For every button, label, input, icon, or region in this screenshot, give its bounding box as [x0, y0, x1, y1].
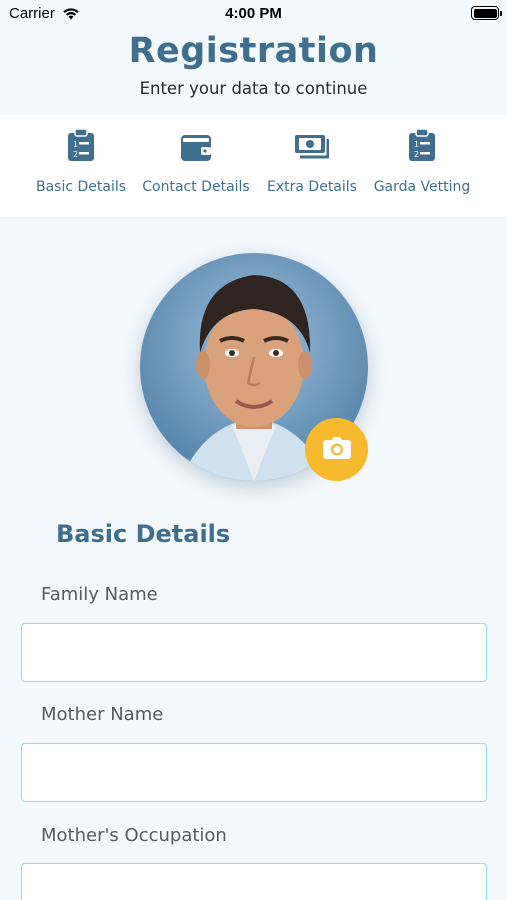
step-basic-details[interactable]: 1 2 Basic Details — [36, 128, 127, 195]
section-title: Basic Details — [56, 520, 231, 548]
clock: 4:00 PM — [225, 5, 282, 22]
family-name-label: Family Name — [41, 584, 158, 605]
mother-occupation-input[interactable] — [21, 863, 487, 900]
step-label: Basic Details — [36, 179, 127, 195]
svg-text:2: 2 — [414, 150, 419, 159]
change-photo-button[interactable] — [305, 418, 368, 481]
step-label: Contact Details — [142, 179, 250, 195]
step-contact-details[interactable]: Contact Details — [142, 129, 250, 195]
money-bill-icon — [266, 129, 358, 165]
step-garda-vetting[interactable]: 1 2 Garda Vetting — [372, 128, 472, 195]
header: Registration Enter your data to continue — [0, 28, 507, 100]
step-label: Extra Details — [267, 179, 357, 195]
svg-text:1: 1 — [73, 140, 78, 149]
page-subtitle: Enter your data to continue — [139, 79, 368, 98]
svg-text:2: 2 — [73, 150, 78, 159]
family-name-input[interactable] — [21, 623, 487, 682]
clipboard-list-icon: 1 2 — [372, 128, 472, 165]
clipboard-list-icon: 1 2 — [36, 128, 126, 165]
mother-name-input[interactable] — [21, 743, 487, 802]
battery-icon — [471, 6, 502, 20]
step-extra-details[interactable]: Extra Details — [266, 129, 358, 195]
profile-photo-container — [140, 253, 368, 481]
svg-text:1: 1 — [414, 140, 419, 149]
page-title: Registration — [128, 31, 379, 71]
mother-name-label: Mother Name — [41, 704, 164, 725]
mother-occupation-label: Mother's Occupation — [41, 825, 227, 846]
step-label: Garda Vetting — [373, 179, 471, 195]
status-bar: Carrier 4:00 PM — [0, 0, 507, 28]
registration-steps: 1 2 Basic Details Contact Details Extra … — [0, 115, 507, 217]
wallet-icon — [142, 129, 250, 165]
camera-icon — [322, 436, 351, 463]
